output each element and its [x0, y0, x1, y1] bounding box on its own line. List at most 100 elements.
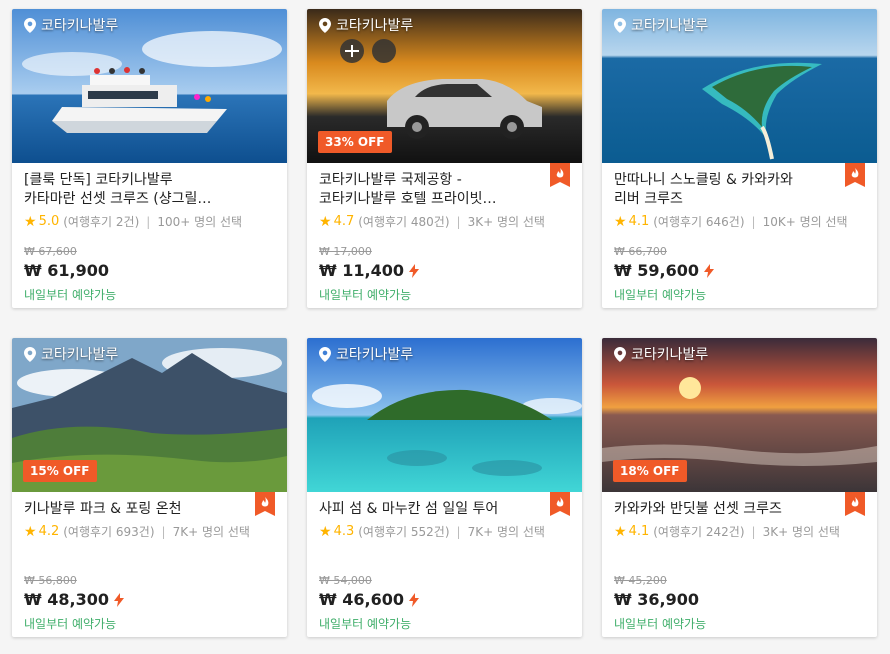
rating-score: 4.2 [38, 524, 60, 539]
map-pin-icon [614, 346, 626, 362]
price: ₩ 11,400 [319, 261, 419, 280]
title-line-2: 카타마란 선셋 크루즈 (샹그릴… [24, 191, 212, 207]
availability-text: 내일부터 예약가능 [319, 288, 412, 302]
price: ₩ 46,600 [319, 590, 419, 609]
card-image[interactable]: 코타키나발루 15% OFF [12, 338, 287, 492]
price-value: ₩ 11,400 [319, 261, 404, 280]
price-value: ₩ 59,600 [614, 261, 699, 280]
star-icon: ★ [319, 213, 332, 230]
location-text: 코타키나발루 [336, 18, 414, 34]
activity-card[interactable]: 코타키나발루 15% OFF 키나발루 파크 & 포링 온천 ★ 4.2 (여행… [12, 338, 287, 637]
title-line-1: 카와카와 반딧불 선셋 크루즈 [614, 501, 782, 517]
divider: | [146, 214, 151, 229]
availability-text: 내일부터 예약가능 [614, 288, 707, 302]
activity-card[interactable]: 코타키나발루 사피 섬 & 마누칸 섬 일일 투어 ★ 4.3 (여행후기 55… [307, 338, 582, 637]
rating-row: ★ 4.7 (여행후기 480건) | 3K+ 명의 선택 [319, 213, 570, 230]
booking-count: 10K+ 명의 선택 [762, 215, 848, 229]
map-pin-icon [24, 346, 36, 362]
original-price: ₩ 54,000 [319, 574, 372, 587]
title-line-2: 코타키나발루 호텔 프라이빗… [319, 191, 497, 207]
review-count: (여행후기 693건) [63, 525, 155, 539]
price-value: ₩ 61,900 [24, 261, 109, 280]
price-value: ₩ 36,900 [614, 590, 699, 609]
location-text: 코타키나발루 [41, 347, 119, 363]
card-image[interactable]: 코타키나발루 18% OFF [602, 338, 877, 492]
rating-row: ★ 4.2 (여행후기 693건) | 7K+ 명의 선택 [24, 523, 275, 540]
booking-count: 3K+ 명의 선택 [762, 525, 840, 539]
card-image[interactable]: 코타키나발루 [12, 9, 287, 163]
review-count: (여행후기 552건) [358, 525, 450, 539]
rating-row: ★ 4.3 (여행후기 552건) | 7K+ 명의 선택 [319, 523, 570, 540]
rating-score: 4.1 [628, 524, 650, 539]
star-icon: ★ [24, 523, 37, 540]
price: ₩ 61,900 [24, 261, 109, 280]
price-value: ₩ 48,300 [24, 590, 109, 609]
location-label: 코타키나발루 [614, 344, 708, 364]
original-price: ₩ 67,600 [24, 245, 77, 258]
booking-count: 3K+ 명의 선택 [467, 215, 545, 229]
rating-row: ★ 4.1 (여행후기 242건) | 3K+ 명의 선택 [614, 523, 865, 540]
location-label: 코타키나발루 [24, 15, 118, 35]
availability-text: 내일부터 예약가능 [319, 617, 412, 631]
review-count: (여행후기 242건) [653, 525, 745, 539]
divider: | [456, 214, 461, 229]
flame-icon [845, 163, 865, 187]
map-pin-icon [319, 346, 331, 362]
price: ₩ 48,300 [24, 590, 124, 609]
review-count: (여행후기 480건) [358, 215, 450, 229]
location-text: 코타키나발루 [41, 18, 119, 34]
activity-title[interactable]: 코타키나발루 국제공항 - 코타키나발루 호텔 프라이빗… [319, 171, 570, 209]
original-price: ₩ 66,700 [614, 245, 667, 258]
rating-score: 5.0 [38, 214, 60, 229]
activity-grid: 코타키나발루 [클룩 단독] 코타키나발루 카타마란 선셋 크루즈 (샹그릴… ★… [0, 0, 890, 654]
discount-badge: 33% OFF [318, 131, 392, 153]
star-icon: ★ [24, 213, 37, 230]
activity-card[interactable]: 코타키나발루 18% OFF 카와카와 반딧불 선셋 크루즈 ★ 4.1 (여행… [602, 338, 877, 637]
location-text: 코타키나발루 [336, 347, 414, 363]
star-icon: ★ [614, 213, 627, 230]
location-text: 코타키나발루 [631, 347, 709, 363]
original-price: ₩ 56,800 [24, 574, 77, 587]
card-image[interactable]: 코타키나발루 [307, 338, 582, 492]
map-pin-icon [614, 17, 626, 33]
activity-title[interactable]: [클룩 단독] 코타키나발루 카타마란 선셋 크루즈 (샹그릴… [24, 171, 275, 209]
location-label: 코타키나발루 [614, 15, 708, 35]
lightning-icon [408, 592, 419, 607]
activity-card[interactable]: 코타키나발루 [클룩 단독] 코타키나발루 카타마란 선셋 크루즈 (샹그릴… ★… [12, 9, 287, 308]
location-label: 코타키나발루 [24, 344, 118, 364]
booking-count: 7K+ 명의 선택 [467, 525, 545, 539]
lightning-icon [408, 263, 419, 278]
map-pin-icon [319, 17, 331, 33]
flame-icon [550, 163, 570, 187]
rating-row: ★ 5.0 (여행후기 2건) | 100+ 명의 선택 [24, 213, 275, 230]
activity-title[interactable]: 만따나니 스노클링 & 카와카와 리버 크루즈 [614, 171, 865, 209]
divider: | [751, 214, 756, 229]
activity-card[interactable]: 코타키나발루 만따나니 스노클링 & 카와카와 리버 크루즈 ★ 4.1 (여행후… [602, 9, 877, 308]
star-icon: ★ [319, 523, 332, 540]
title-line-1: 만따나니 스노클링 & 카와카와 [614, 172, 793, 188]
activity-card[interactable]: 코타키나발루 33% OFF 코타키나발루 국제공항 - 코타키나발루 호텔 프라… [307, 9, 582, 308]
title-line-1: 코타키나발루 국제공항 - [319, 172, 462, 188]
review-count: (여행후기 646건) [653, 215, 745, 229]
map-pin-icon [24, 17, 36, 33]
rating-row: ★ 4.1 (여행후기 646건) | 10K+ 명의 선택 [614, 213, 865, 230]
lightning-icon [113, 592, 124, 607]
review-count: (여행후기 2건) [63, 215, 140, 229]
booking-count: 100+ 명의 선택 [157, 215, 243, 229]
availability-text: 내일부터 예약가능 [24, 288, 117, 302]
price: ₩ 59,600 [614, 261, 714, 280]
flame-icon [550, 492, 570, 516]
location-text: 코타키나발루 [631, 18, 709, 34]
rating-score: 4.1 [628, 214, 650, 229]
card-image[interactable]: 코타키나발루 [602, 9, 877, 163]
location-label: 코타키나발루 [319, 15, 413, 35]
rating-score: 4.7 [333, 214, 355, 229]
lightning-icon [703, 263, 714, 278]
flame-icon [255, 492, 275, 516]
discount-badge: 15% OFF [23, 460, 97, 482]
card-image[interactable]: 코타키나발루 33% OFF [307, 9, 582, 163]
original-price: ₩ 17,000 [319, 245, 372, 258]
discount-badge: 18% OFF [613, 460, 687, 482]
location-label: 코타키나발루 [319, 344, 413, 364]
rating-score: 4.3 [333, 524, 355, 539]
